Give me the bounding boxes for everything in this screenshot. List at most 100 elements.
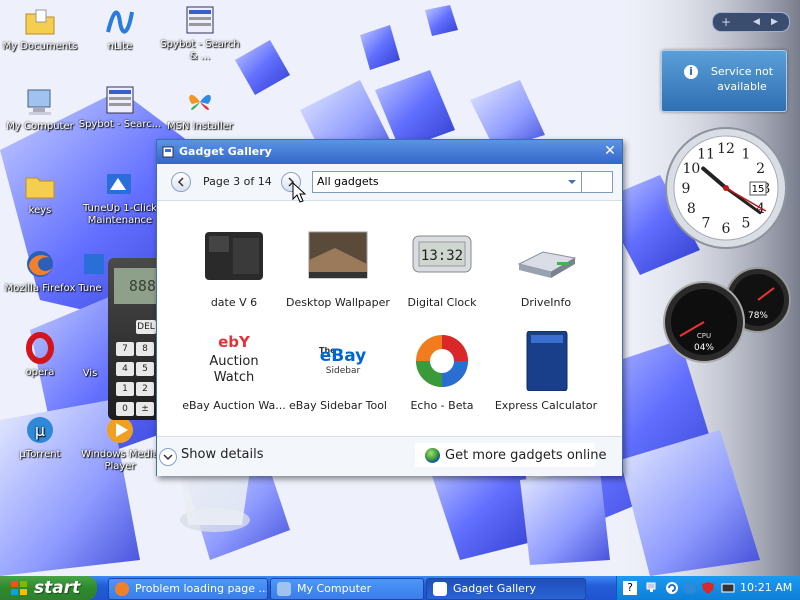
clock-numeral: 2 [756, 161, 765, 177]
clock-gadget[interactable]: 121234567891011 15 [664, 126, 788, 250]
taskbar-button-label: Gadget Gallery [453, 582, 536, 595]
utorrent-icon: µ [24, 414, 56, 446]
digital-clock-time: 13:32 [421, 248, 463, 264]
show-details-toggle[interactable]: Show details [159, 447, 264, 466]
calculator-gadget[interactable]: 888 DEL 7 8 4 5 1 2 0 ± [108, 258, 156, 420]
desktop-icon-label: keys [28, 205, 52, 216]
taskbar-clock[interactable]: 10:21 AM [740, 581, 792, 594]
next-page-button[interactable]: ▶ [771, 13, 778, 31]
gadget-tile-ebay-sidebar-tool[interactable]: The eBay Sidebar eBay Sidebar Tool [286, 331, 390, 412]
desktop-icon-spybot-shortcut[interactable]: Spybot - Searc... [78, 84, 162, 131]
start-label: start [34, 578, 81, 598]
desktop-icon-vis[interactable]: Vis [70, 368, 110, 380]
taskbar: start Problem loading page ... My Comput… [0, 576, 800, 600]
gadget-tile-digital-clock[interactable]: 13:32 Digital Clock [390, 228, 494, 309]
svg-text:µ: µ [35, 421, 45, 440]
calculator-key[interactable]: 7 [116, 342, 134, 356]
ebay-sidebar-thumbnail: The eBay Sidebar [305, 331, 371, 391]
calculator-key[interactable]: 2 [136, 382, 154, 396]
taskbar-button-label: Problem loading page ... [135, 582, 268, 595]
chevron-down-icon [568, 180, 576, 184]
computer-icon [24, 86, 56, 118]
calculator-key[interactable]: 0 [116, 402, 134, 416]
help-icon[interactable]: ? [623, 581, 637, 595]
show-details-label: Show details [181, 447, 264, 462]
desktop-icon-label: MSN Installer [166, 121, 233, 132]
get-more-gadgets-link[interactable]: Get more gadgets online [415, 443, 606, 467]
gadget-tile-express-calculator[interactable]: Express Calculator [494, 331, 598, 412]
utorrent-tray-icon[interactable] [683, 581, 697, 595]
gadget-tile-label: Echo - Beta [410, 399, 474, 412]
clock-numeral: 8 [687, 201, 696, 217]
gadget-filter-value: All gadgets [317, 175, 379, 188]
calculator-key[interactable]: 1 [116, 382, 134, 396]
gadget-tile-desktop-wallpaper[interactable]: Desktop Wallpaper [286, 228, 390, 309]
wallpaper-gadget-thumbnail [305, 228, 371, 288]
desktop-icon-windows-media-player[interactable]: Windows Media Player [78, 414, 162, 473]
gadget-tile-label: DriveInfo [520, 296, 572, 309]
cpu-meter-gadget[interactable]: 78% CPU 04% [662, 266, 792, 372]
desktop-icon-nlite[interactable]: nLite [78, 6, 162, 53]
clock-numeral: 10 [682, 161, 700, 177]
gadget-gallery-icon [162, 146, 174, 158]
chevron-down-icon [159, 448, 177, 466]
desktop-icon-utorrent[interactable]: µ µTorrent [0, 414, 82, 461]
gadget-tile-label: eBay Auction Wa... [182, 399, 286, 412]
calculator-key-del[interactable]: DEL [136, 320, 156, 334]
service-gadget[interactable]: i Service not available [661, 50, 787, 112]
express-calculator-thumbnail [513, 331, 579, 391]
add-gadget-button[interactable]: + [721, 13, 731, 31]
taskbar-button-gadget-gallery[interactable]: Gadget Gallery [426, 578, 586, 600]
gadget-tile-date-v6[interactable]: date V 6 [182, 228, 286, 309]
close-button[interactable]: ✕ [603, 144, 617, 158]
network-icon[interactable] [645, 581, 659, 595]
calculator-key[interactable]: ± [136, 402, 154, 416]
gadget-gallery-window[interactable]: Gadget Gallery ✕ Page 3 of 14 All gadget… [156, 139, 623, 476]
gadget-tile-label: Express Calculator [494, 399, 598, 412]
windows-logo-icon [11, 581, 27, 595]
gadget-tile-label: Desktop Wallpaper [286, 296, 390, 309]
desktop-icon-my-computer[interactable]: My Computer [0, 86, 82, 133]
clock-date: 15 [752, 184, 765, 195]
spybot-icon [184, 4, 216, 36]
desktop-icon-label: Spybot - Search & ... [160, 39, 240, 62]
firefox-icon [24, 248, 56, 280]
desktop-icon-my-documents[interactable]: My Documents [0, 6, 82, 53]
gadget-filter-select[interactable]: All gadgets [312, 171, 582, 193]
taskbar-button-my-computer[interactable]: My Computer [270, 578, 424, 600]
display-icon[interactable] [721, 581, 735, 595]
desktop-icon-label: My Documents [2, 41, 78, 52]
desktop-icon-keys[interactable]: keys [0, 170, 82, 217]
window-title: Gadget Gallery [179, 145, 272, 158]
security-shield-icon[interactable] [701, 581, 715, 595]
gadget-tile-ebay-auction-watch[interactable]: ebY Auction Watch eBay Auction Wa... [182, 331, 286, 412]
ebay-auction-thumbnail: ebY Auction Watch [201, 331, 267, 391]
sync-icon[interactable] [665, 581, 679, 595]
computer-icon [277, 582, 291, 596]
folder-icon [24, 6, 56, 38]
thumbnail-line: Watch [214, 370, 254, 385]
start-button[interactable]: start [0, 576, 97, 600]
gadget-tile-label: Digital Clock [407, 296, 477, 309]
previous-page-button[interactable] [171, 172, 191, 192]
desktop-icon-label: Vis [82, 368, 98, 379]
calculator-key[interactable]: 5 [136, 362, 154, 376]
desktop-icon-tuneup[interactable]: TuneUp 1-Click Maintenance [78, 168, 162, 227]
gadget-tile-driveinfo[interactable]: DriveInfo [494, 228, 598, 309]
gadget-tile-echo-beta[interactable]: Echo - Beta [390, 331, 494, 412]
window-titlebar[interactable]: Gadget Gallery ✕ [157, 140, 622, 164]
date-gadget-thumbnail [201, 228, 267, 288]
taskbar-button-firefox[interactable]: Problem loading page ... [108, 578, 268, 600]
desktop-icon-spybot[interactable]: Spybot - Search & ... [158, 4, 242, 63]
clock-numeral: 5 [742, 216, 751, 232]
spybot-icon [104, 84, 136, 116]
service-status-text: Service not available [710, 65, 774, 93]
calculator-key[interactable]: 4 [116, 362, 134, 376]
calculator-key[interactable]: 8 [136, 342, 154, 356]
gadget-search-input[interactable] [581, 171, 613, 193]
ebay-logo-text: ebY [218, 333, 251, 351]
desktop-icon-msn-installer[interactable]: MSN Installer [158, 86, 242, 133]
previous-page-button[interactable]: ◀ [753, 13, 760, 31]
gallery-toolbar: Page 3 of 14 All gadgets [157, 164, 622, 201]
memory-value: 78% [748, 311, 768, 321]
